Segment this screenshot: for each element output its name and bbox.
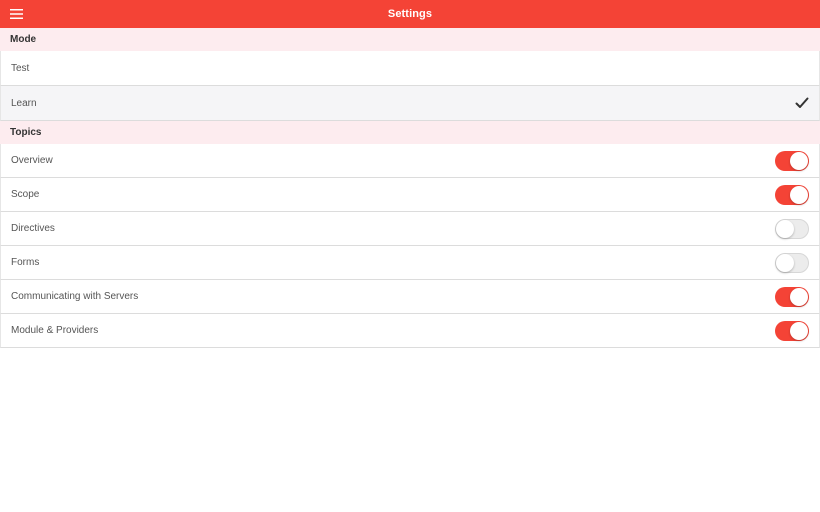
settings-screen: Settings Mode Test Learn Topics Overview… xyxy=(0,0,820,512)
mode-option-label: Test xyxy=(11,62,30,74)
toggle-knob xyxy=(790,151,808,170)
toggle-knob xyxy=(790,287,808,306)
topic-toggle-scope[interactable] xyxy=(775,184,809,205)
mode-option-test[interactable]: Test xyxy=(0,51,820,86)
settings-list: Mode Test Learn Topics Overview Scope Di… xyxy=(0,28,820,348)
toggle-knob xyxy=(790,185,808,204)
topic-row-module-providers: Module & Providers xyxy=(0,314,820,348)
toggle-knob xyxy=(790,321,808,340)
section-header-mode: Mode xyxy=(0,28,820,51)
topic-toggle-communicating-with-servers[interactable] xyxy=(775,286,809,307)
topic-label: Overview xyxy=(11,155,53,166)
app-header: Settings xyxy=(0,0,820,28)
section-header-topics: Topics xyxy=(0,121,820,144)
mode-option-label: Learn xyxy=(11,97,37,109)
mode-option-learn[interactable]: Learn xyxy=(0,86,820,121)
page-title: Settings xyxy=(387,8,433,20)
topic-row-forms: Forms xyxy=(0,246,820,280)
topic-label: Communicating with Servers xyxy=(11,291,139,302)
topic-toggle-overview[interactable] xyxy=(775,150,809,171)
topic-label: Module & Providers xyxy=(11,325,99,336)
topic-row-communicating-with-servers: Communicating with Servers xyxy=(0,280,820,314)
topic-row-scope: Scope xyxy=(0,178,820,212)
topic-toggle-forms[interactable] xyxy=(775,252,809,273)
checkmark-icon xyxy=(795,97,809,109)
topic-toggle-directives[interactable] xyxy=(775,218,809,239)
toggle-knob xyxy=(776,253,794,272)
topic-label: Forms xyxy=(11,257,40,268)
topic-toggle-module-providers[interactable] xyxy=(775,320,809,341)
hamburger-menu-icon[interactable] xyxy=(10,8,23,20)
topic-label: Scope xyxy=(11,189,40,200)
toggle-knob xyxy=(776,219,794,238)
topic-label: Directives xyxy=(11,223,55,234)
topic-row-overview: Overview xyxy=(0,144,820,178)
topic-row-directives: Directives xyxy=(0,212,820,246)
